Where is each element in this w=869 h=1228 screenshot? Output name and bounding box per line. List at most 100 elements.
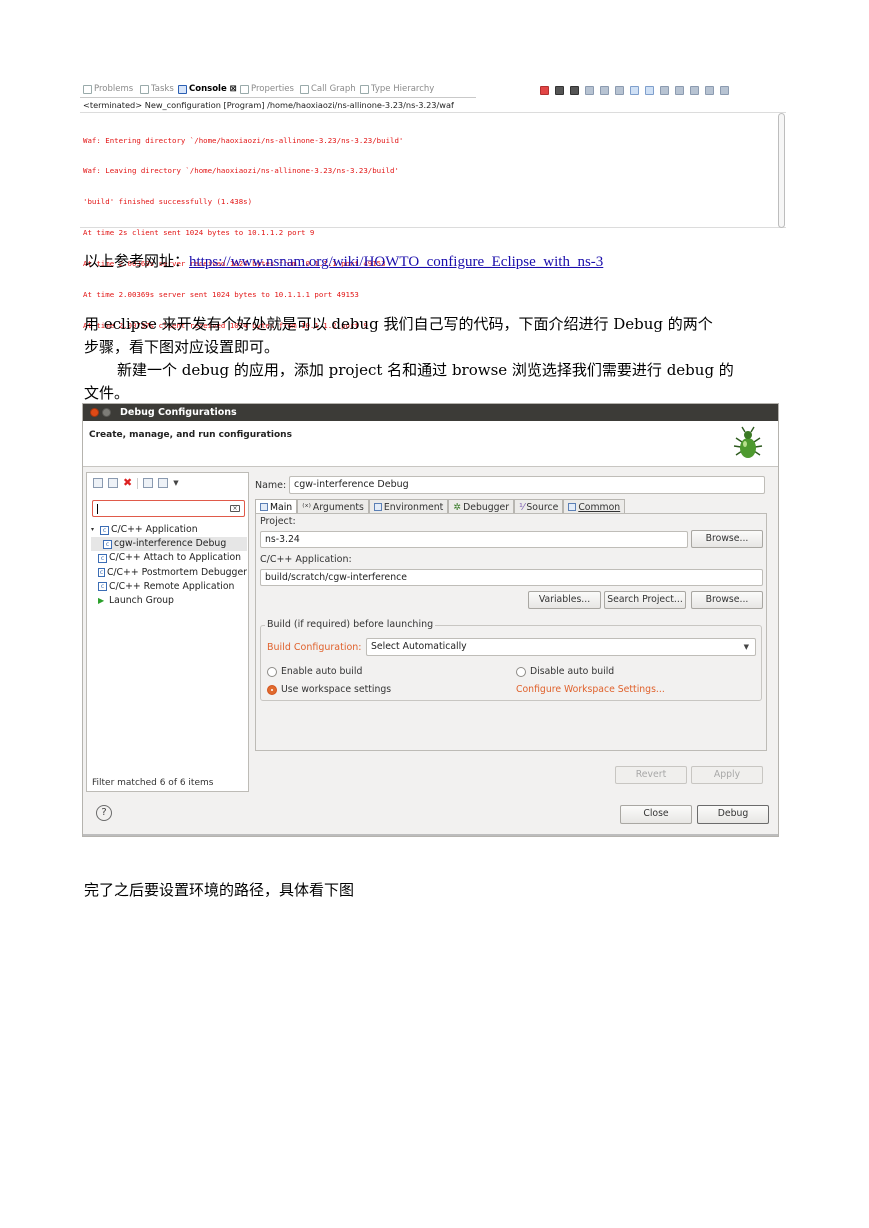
- name-input[interactable]: cgw-interference Debug: [289, 476, 765, 494]
- tab-console[interactable]: Console ⊠: [178, 84, 237, 94]
- tab-tasks[interactable]: Tasks: [140, 84, 174, 94]
- tab-arguments[interactable]: ⁽ˣ⁾ Arguments: [297, 499, 369, 514]
- reference-link[interactable]: https://www.nsnam.org/wiki/HOWTO_configu…: [189, 254, 603, 270]
- filter-config-icon[interactable]: [158, 478, 169, 488]
- radio-on-icon: [267, 684, 277, 695]
- build-configuration-label: Build Configuration:: [267, 642, 362, 653]
- delete-config-icon[interactable]: ✖: [123, 477, 132, 488]
- tab-main[interactable]: Main: [255, 499, 298, 514]
- console-scrollbar[interactable]: [778, 113, 785, 228]
- call-graph-icon: [300, 84, 309, 94]
- word-wrap-icon[interactable]: [615, 85, 624, 95]
- duplicate-config-icon[interactable]: [108, 478, 118, 488]
- console-line: At time 2s client sent 1024 bytes to 10.…: [83, 228, 315, 238]
- dialog-title: Debug Configurations: [120, 407, 237, 418]
- common-icon: [568, 503, 577, 511]
- tree-item-cpp-remote[interactable]: c C/C++ Remote Application: [91, 580, 247, 594]
- paragraph-2-line-1: 新建一个 debug 的应用，添加 project 名和通过 browse 浏览…: [117, 361, 734, 379]
- show-stdout-icon[interactable]: [630, 85, 639, 95]
- reference-prefix: 以上参考网址：: [84, 252, 190, 270]
- project-field[interactable]: ns-3.24: [260, 531, 688, 548]
- console-tab-bar: Problems Tasks Console ⊠ Properties Call…: [80, 82, 476, 98]
- minimize-icon[interactable]: [705, 85, 714, 95]
- tab-debugger[interactable]: ✲ Debugger: [448, 499, 515, 514]
- configuration-tree: ▾ c C/C++ Application c cgw-interference…: [91, 523, 247, 608]
- debug-button[interactable]: Debug: [697, 805, 769, 824]
- cpp-attach-icon: c: [98, 553, 107, 563]
- dialog-header-text: Create, manage, and run configurations: [89, 430, 292, 440]
- dialog-bottom-edge: [83, 834, 778, 836]
- paragraph-1-line-1: 用 eclipse 来开发有个好处就是可以 debug 我们自己写的代码，下面介…: [84, 315, 713, 333]
- tab-environment[interactable]: Environment: [368, 499, 449, 514]
- window-minimize-button[interactable]: [102, 408, 111, 417]
- build-configuration-select[interactable]: Select Automatically ▼: [366, 638, 756, 656]
- name-label: Name:: [255, 480, 287, 491]
- disable-auto-build-radio[interactable]: Disable auto build: [516, 666, 614, 677]
- tab-type-hierarchy[interactable]: Type Hierarchy: [360, 84, 434, 94]
- configure-workspace-link[interactable]: Configure Workspace Settings...: [516, 684, 665, 695]
- tree-item-cgw-interference-debug[interactable]: c cgw-interference Debug: [91, 537, 247, 552]
- apply-button[interactable]: Apply: [691, 766, 763, 784]
- filter-input[interactable]: ×: [92, 500, 245, 517]
- open-console-icon[interactable]: [690, 85, 699, 95]
- launch-group-icon: ▶: [98, 595, 105, 605]
- console-line: Waf: Leaving directory `/home/haoxiaozi/…: [83, 166, 399, 176]
- collapse-all-icon[interactable]: [143, 478, 154, 488]
- scroll-lock-icon[interactable]: [600, 85, 609, 95]
- project-label: Project:: [260, 516, 296, 527]
- config-toolbar: ✖ ▼: [93, 477, 179, 489]
- terminate-icon[interactable]: [540, 85, 549, 95]
- console-output: Waf: Entering directory `/home/haoxiaozi…: [80, 112, 786, 330]
- remove-all-icon[interactable]: [570, 85, 579, 95]
- enable-auto-build-radio[interactable]: Enable auto build: [267, 666, 362, 677]
- tree-item-cpp-postmortem[interactable]: c C/C++ Postmortem Debugger: [91, 566, 247, 580]
- dialog-header: Create, manage, and run configurations: [83, 421, 778, 467]
- help-icon[interactable]: ?: [96, 805, 112, 821]
- properties-icon: [240, 84, 249, 94]
- variables-button[interactable]: Variables...: [528, 591, 601, 609]
- tab-properties[interactable]: Properties: [240, 84, 294, 94]
- show-stderr-icon[interactable]: [645, 85, 654, 95]
- display-console-icon[interactable]: [675, 85, 684, 95]
- window-close-button[interactable]: [90, 408, 99, 417]
- clear-filter-icon[interactable]: ×: [230, 505, 240, 512]
- arguments-icon: ⁽ˣ⁾: [302, 501, 311, 513]
- config-tabs: Main ⁽ˣ⁾ Arguments Environment ✲ Debugger …: [255, 499, 626, 514]
- tab-common[interactable]: Common: [563, 499, 626, 514]
- reference-line: 以上参考网址：https://www.nsnam.org/wiki/HOWTO_…: [84, 249, 603, 274]
- tab-call-graph[interactable]: Call Graph: [300, 84, 356, 94]
- cpp-app-icon: c: [103, 539, 112, 549]
- cpp-app-icon: c: [100, 525, 109, 535]
- maximize-icon[interactable]: [720, 85, 729, 95]
- console-toolbar: [540, 84, 786, 96]
- browse-project-button[interactable]: Browse...: [691, 530, 763, 548]
- problems-icon: [83, 84, 92, 94]
- debug-bug-icon: [733, 426, 763, 458]
- tab-source[interactable]: ⅟ Source: [514, 499, 564, 514]
- use-workspace-settings-radio[interactable]: Use workspace settings: [267, 684, 391, 695]
- clear-console-icon[interactable]: [585, 85, 594, 95]
- tree-item-cpp-attach[interactable]: c C/C++ Attach to Application: [91, 551, 247, 565]
- build-configuration-value: Select Automatically: [371, 641, 467, 652]
- close-button[interactable]: Close: [620, 805, 692, 824]
- tab-problems[interactable]: Problems: [83, 84, 133, 94]
- console-view: Problems Tasks Console ⊠ Properties Call…: [80, 80, 786, 330]
- tasks-icon: [140, 84, 149, 94]
- search-project-button[interactable]: Search Project...: [604, 591, 686, 609]
- tree-item-launch-group[interactable]: ▶ Launch Group: [91, 594, 247, 608]
- new-config-icon[interactable]: [93, 478, 103, 488]
- console-line: Waf: Entering directory `/home/haoxiaozi…: [83, 135, 404, 145]
- filter-dropdown-icon[interactable]: ▼: [173, 479, 178, 487]
- environment-icon: [373, 503, 382, 511]
- remove-launch-icon[interactable]: [555, 85, 564, 95]
- expand-arrow-icon[interactable]: ▾: [91, 523, 98, 537]
- application-field[interactable]: build/scratch/cgw-interference: [260, 569, 763, 586]
- application-label: C/C++ Application:: [260, 554, 352, 565]
- main-tab-panel: Project: ns-3.24 Browse... C/C++ Applica…: [255, 513, 767, 751]
- pin-console-icon[interactable]: [660, 85, 669, 95]
- browse-application-button[interactable]: Browse...: [691, 591, 763, 609]
- tree-item-cpp-application[interactable]: ▾ c C/C++ Application: [91, 523, 247, 537]
- revert-button[interactable]: Revert: [615, 766, 687, 784]
- dropdown-arrow-icon: ▼: [743, 643, 749, 651]
- radio-off-icon: [267, 666, 277, 677]
